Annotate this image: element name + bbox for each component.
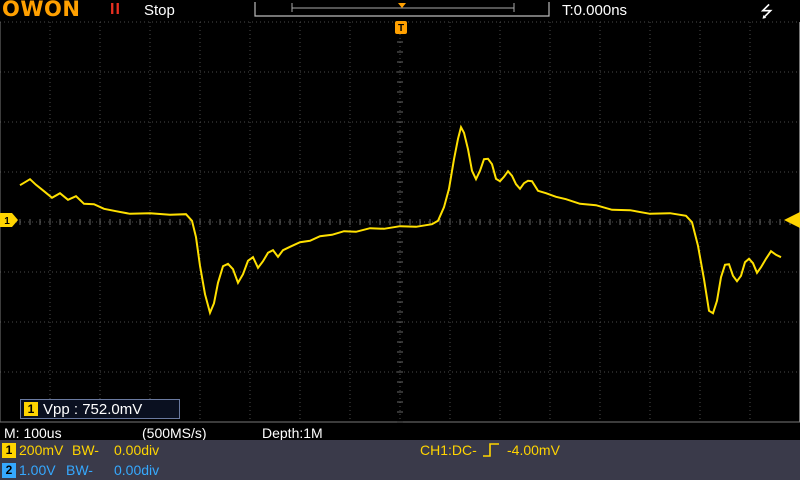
ch1-offset: 0.00div [114,442,160,458]
timebase-bar: M: 100us (500MS/s) Depth:1M [0,424,800,441]
pause-icon[interactable]: II [110,1,121,19]
sample-rate: (500MS/s) [142,425,207,441]
ch1-scale: 200mV [19,442,64,458]
owon-logo: OWON [2,0,81,21]
ch1-bandwidth: BW- [72,442,99,458]
rising-edge-icon [483,443,499,457]
waveform-display[interactable]: T 1 [0,20,800,424]
memory-position-ruler[interactable] [252,0,552,20]
ch2-badge: 2 [2,463,16,478]
trigger-source: CH1:DC- [420,442,477,458]
ch2-bandwidth: BW- [66,462,93,478]
ch2-offset: 0.00div [114,462,160,478]
channel-status-bar: 1 200mV BW- 0.00div CH1:DC- -4.00mV 2 1.… [0,440,800,480]
measurement-channel-badge: 1 [24,402,38,416]
ch2-status-row[interactable]: 2 1.00V BW- 0.00div [0,460,800,480]
ch1-badge: 1 [2,443,16,458]
measurement-box[interactable]: 1 Vpp : 752.0mV [20,399,180,419]
top-status-bar: OWON II Stop T:0.000ns ⭍ [0,0,800,21]
svg-text:T: T [398,23,404,34]
vpp-measurement: Vpp : 752.0mV [43,401,143,418]
memory-trigger-marker [398,3,406,8]
trigger-position-marker: T [395,21,407,34]
svg-text:1: 1 [4,216,10,227]
ch1-status-row[interactable]: 1 200mV BW- 0.00div CH1:DC- -4.00mV [0,440,800,460]
run-state-label: Stop [144,2,175,19]
ch1-level-marker: 1 [0,213,18,227]
graticule [0,21,800,423]
trigger-level: -4.00mV [507,442,560,458]
memory-depth[interactable]: Depth:1M [262,425,323,441]
trigger-level-marker [784,212,800,228]
timebase-scale[interactable]: M: 100us [4,425,62,441]
ch2-scale: 1.00V [19,462,56,478]
trigger-position-readout: T:0.000ns [562,2,628,19]
